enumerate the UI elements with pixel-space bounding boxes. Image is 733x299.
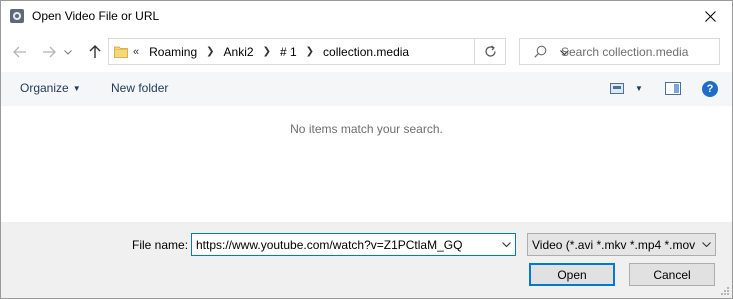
file-type-value: Video (*.avi *.mkv *.mp4 *.mov <box>532 238 696 252</box>
resize-grip-icon[interactable] <box>720 286 730 296</box>
breadcrumb-overflow[interactable]: « <box>133 46 139 58</box>
navigation-bar: « Roaming ❯ Anki2 ❯ # 1 ❯ collection.med… <box>1 32 732 72</box>
forward-arrow-icon <box>43 46 56 58</box>
refresh-button[interactable] <box>475 38 506 65</box>
recent-locations-button[interactable] <box>61 40 75 64</box>
close-button[interactable] <box>688 1 732 32</box>
chevron-down-icon <box>702 242 711 247</box>
open-video-dialog: Open Video File or URL « Roaming ❯ Anki2… <box>0 0 733 299</box>
window-title: Open Video File or URL <box>32 9 160 23</box>
new-folder-button[interactable]: New folder <box>111 81 168 95</box>
breadcrumb-item-anki2[interactable]: Anki2 <box>224 45 254 59</box>
breadcrumb-item-profile[interactable]: # 1 <box>280 45 297 59</box>
back-arrow-icon <box>13 46 26 58</box>
organize-label: Organize <box>20 81 69 95</box>
up-arrow-icon <box>89 45 101 58</box>
breadcrumb-item-collection-media[interactable]: collection.media <box>323 45 409 59</box>
close-icon <box>704 11 716 22</box>
change-view-icon[interactable] <box>610 83 624 94</box>
video-app-icon <box>10 9 24 23</box>
breadcrumb: « Roaming ❯ Anki2 ❯ # 1 ❯ collection.med… <box>133 39 409 64</box>
empty-message: No items match your search. <box>290 122 443 136</box>
forward-button[interactable] <box>38 40 60 64</box>
file-name-input[interactable]: https://www.youtube.com/watch?v=Z1PCtlaM… <box>191 233 516 256</box>
command-bar: Organize ▼ New folder ▼ ? <box>1 72 732 106</box>
view-options-caret-icon[interactable]: ▼ <box>635 84 643 93</box>
search-placeholder: Search collection.media <box>561 45 689 59</box>
up-button[interactable] <box>84 40 106 64</box>
breadcrumb-separator-icon[interactable]: ❯ <box>306 46 314 57</box>
breadcrumb-item-roaming[interactable]: Roaming <box>149 45 197 59</box>
dialog-footer: File name: https://www.youtube.com/watch… <box>1 222 732 298</box>
back-button[interactable] <box>9 40 31 64</box>
search-input[interactable]: Search collection.media <box>519 38 720 65</box>
title-bar: Open Video File or URL <box>1 1 732 32</box>
open-button[interactable]: Open <box>529 263 615 286</box>
breadcrumb-separator-icon[interactable]: ❯ <box>206 46 214 57</box>
chevron-down-icon <box>502 242 511 247</box>
chevron-down-icon <box>64 49 72 55</box>
file-name-history-button[interactable] <box>498 234 515 255</box>
cancel-button[interactable]: Cancel <box>629 263 715 286</box>
caret-down-icon: ▼ <box>72 84 81 93</box>
search-icon <box>534 45 547 58</box>
preview-pane-icon[interactable] <box>665 82 681 95</box>
file-name-label: File name: <box>132 238 189 252</box>
organize-menu-button[interactable]: Organize ▼ <box>20 81 81 95</box>
file-type-dropdown-button[interactable] <box>698 234 715 255</box>
help-icon[interactable]: ? <box>702 81 718 97</box>
folder-icon <box>114 46 128 58</box>
file-list-area[interactable]: No items match your search. <box>1 106 732 222</box>
file-name-value: https://www.youtube.com/watch?v=Z1PCtlaM… <box>196 238 463 252</box>
breadcrumb-separator-icon[interactable]: ❯ <box>263 46 271 57</box>
refresh-icon <box>484 45 496 57</box>
address-bar[interactable]: « Roaming ❯ Anki2 ❯ # 1 ❯ collection.med… <box>108 38 569 65</box>
file-type-select[interactable]: Video (*.avi *.mkv *.mp4 *.mov <box>527 233 716 256</box>
